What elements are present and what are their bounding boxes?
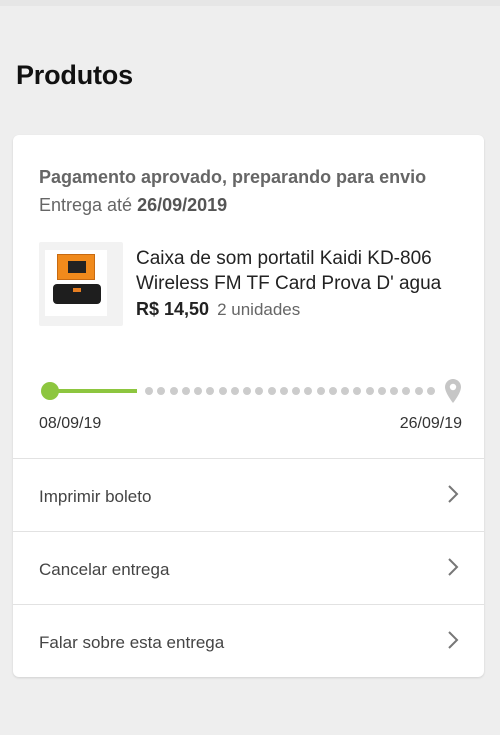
progress-dot xyxy=(304,387,313,395)
chevron-right-icon xyxy=(448,485,459,503)
talk-about-delivery-row[interactable]: Falar sobre esta entrega xyxy=(13,604,484,677)
progress-dot xyxy=(292,387,300,395)
product-thumbnail[interactable] xyxy=(39,242,123,326)
tracking-end-date: 26/09/19 xyxy=(399,415,462,432)
product-price-line: R$ 14,50 2 unidades xyxy=(136,299,300,320)
progress-dot xyxy=(145,387,153,395)
cancel-delivery-row[interactable]: Cancelar entrega xyxy=(13,531,484,604)
progress-dot xyxy=(341,387,349,395)
page-title: Produtos xyxy=(16,60,133,90)
chevron-right-icon xyxy=(448,631,459,649)
progress-dot xyxy=(206,387,215,395)
progress-remaining-dots xyxy=(145,387,435,395)
progress-dot xyxy=(267,387,276,395)
product-name[interactable]: Caixa de som portatil Kaidi KD-806 Wirel… xyxy=(136,246,466,296)
progress-dot xyxy=(194,387,202,395)
progress-dot xyxy=(365,387,374,395)
progress-dot xyxy=(390,387,398,395)
action-label: Imprimir boleto xyxy=(39,487,152,506)
progress-dot xyxy=(402,387,411,395)
progress-dot xyxy=(316,387,325,395)
product-price: R$ 14,50 xyxy=(136,299,210,319)
progress-dot xyxy=(243,387,251,395)
progress-dot xyxy=(353,387,362,395)
delivery-progress xyxy=(39,378,465,406)
chevron-right-icon xyxy=(448,558,459,576)
speaker-image xyxy=(53,284,101,304)
product-box-image xyxy=(57,254,95,280)
location-pin-icon xyxy=(445,379,461,403)
progress-dot xyxy=(169,387,178,395)
progress-start-dot xyxy=(41,382,59,400)
delivery-prefix: Entrega até xyxy=(39,195,133,215)
progress-dot xyxy=(181,387,190,395)
order-status: Pagamento aprovado, preparando para envi… xyxy=(39,167,427,187)
product-image xyxy=(45,250,107,316)
delivery-estimate: Entrega até 26/09/2019 xyxy=(39,195,227,216)
progress-dot xyxy=(414,387,423,395)
progress-bar-fill xyxy=(55,389,137,393)
progress-dot xyxy=(255,387,264,395)
progress-dot xyxy=(377,387,386,395)
progress-dot xyxy=(279,387,288,395)
product-units: 2 unidades xyxy=(217,300,301,319)
order-card: Pagamento aprovado, preparando para envi… xyxy=(13,135,484,677)
print-boleto-row[interactable]: Imprimir boleto xyxy=(13,458,484,531)
progress-dot xyxy=(426,387,435,395)
action-label: Falar sobre esta entrega xyxy=(39,633,225,652)
tracking-start-date: 08/09/19 xyxy=(39,415,102,432)
progress-dot xyxy=(218,387,227,395)
progress-dot xyxy=(230,387,239,395)
action-label: Cancelar entrega xyxy=(39,560,170,579)
status-bar-strip xyxy=(0,0,500,6)
delivery-date: 26/09/2019 xyxy=(137,195,228,215)
progress-dot xyxy=(328,387,337,395)
progress-dot xyxy=(157,387,166,395)
